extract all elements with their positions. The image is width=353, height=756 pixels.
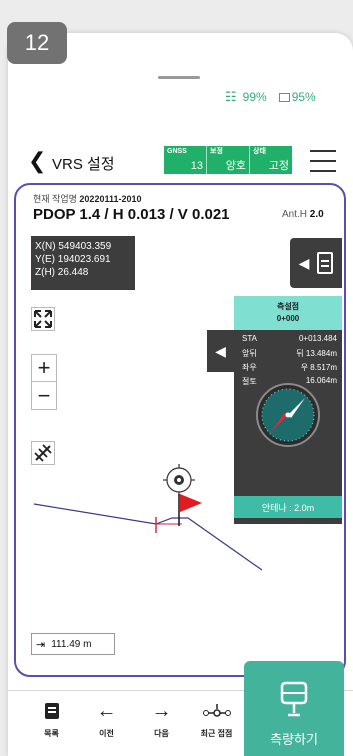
nav-nearest-button[interactable]: 최근 접점	[189, 698, 244, 754]
nav-next-button[interactable]: → 다음	[134, 698, 189, 754]
nav-list-button[interactable]: 목록	[24, 698, 79, 754]
measure-label: 측량하기	[270, 732, 318, 747]
nav-next-label: 다음	[154, 729, 169, 738]
nav-nearest-label: 최근 접점	[200, 729, 233, 738]
arrow-left-icon: ←	[96, 699, 117, 722]
list-icon	[42, 698, 62, 724]
nav-list-label: 목록	[44, 729, 59, 738]
nearest-point-icon	[202, 698, 232, 724]
highlight-frame	[14, 183, 346, 677]
gnss-receiver-icon	[280, 681, 308, 717]
nav-prev-label: 이전	[99, 729, 114, 738]
bottom-nav: 목록 ← 이전 → 다음 최근 접점	[24, 698, 244, 754]
measure-button[interactable]: 측량하기	[244, 661, 344, 756]
arrow-right-icon: →	[151, 699, 172, 722]
nav-prev-button[interactable]: ← 이전	[79, 698, 134, 754]
